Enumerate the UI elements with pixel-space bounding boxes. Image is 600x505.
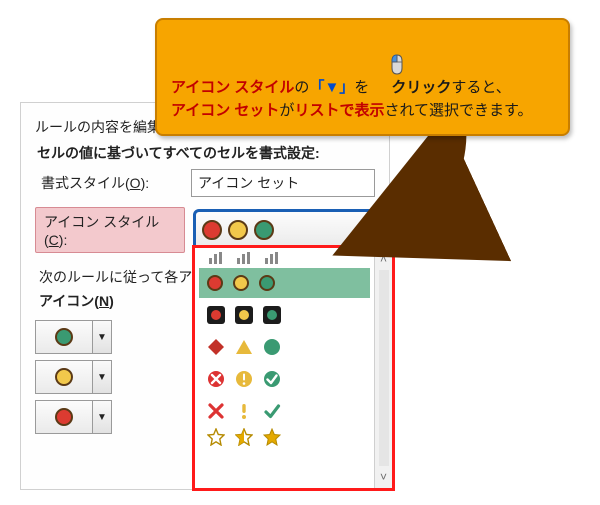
traffic-red-icon — [202, 220, 222, 240]
badge-ex-yellow-icon — [235, 370, 253, 388]
star-empty-icon — [207, 428, 225, 446]
traffic-green-icon — [254, 220, 274, 240]
scroll-down-icon[interactable]: ˅ — [380, 470, 387, 484]
icon-style-picker[interactable]: ▼ — [195, 211, 375, 249]
diamond-red-icon — [207, 338, 225, 356]
star-half-icon — [235, 428, 253, 446]
format-style-select[interactable]: アイコン セット — [191, 169, 375, 197]
exclaim-yellow-icon — [235, 402, 253, 420]
icon-slot-2[interactable] — [35, 360, 93, 394]
circle-green-icon — [259, 275, 275, 291]
format-style-row: 書式スタイル(O): アイコン セット — [35, 169, 375, 197]
chevron-down-icon: ▼ — [97, 332, 107, 343]
circle-green-icon — [55, 328, 73, 346]
callout-text: アイコン スタイル — [171, 79, 294, 96]
icon-slot-3-dropdown[interactable]: ▼ — [93, 400, 112, 434]
triangle-yellow-icon — [235, 338, 253, 356]
icon-slot-3[interactable] — [35, 400, 93, 434]
dropdown-item-traffic-squares[interactable] — [199, 300, 370, 330]
icon-style-dropdown-list[interactable]: ˄ ˅ — [192, 245, 395, 491]
dropdown-item-badges[interactable] — [199, 364, 370, 394]
star-full-icon — [263, 428, 281, 446]
bar-icon — [235, 252, 253, 266]
chevron-down-icon: ▼ — [97, 412, 107, 423]
bar-icon — [207, 252, 225, 266]
mouse-icon — [371, 30, 389, 52]
circle-red-icon — [207, 275, 223, 291]
traffic-yellow-icon — [228, 220, 248, 240]
icon-slot-2-dropdown[interactable]: ▼ — [93, 360, 112, 394]
bar-icon — [263, 252, 281, 266]
chevron-down-icon: ▼ — [97, 372, 107, 383]
dropdown-list-body — [195, 248, 374, 488]
square-yellow-icon — [235, 306, 253, 324]
icon-style-label: アイコン スタイル(C): — [35, 207, 185, 253]
circle-yellow-icon — [233, 275, 249, 291]
x-red-icon — [207, 402, 225, 420]
icon-slot-1-dropdown[interactable]: ▼ — [93, 320, 112, 354]
scroll-up-icon[interactable]: ˄ — [380, 252, 387, 266]
square-red-icon — [207, 306, 225, 324]
dropdown-item-stars[interactable] — [199, 428, 370, 448]
format-style-label: 書式スタイル(O): — [35, 173, 191, 193]
dropdown-item-marks[interactable] — [199, 396, 370, 426]
circle-green-flat-icon — [263, 338, 281, 356]
badge-x-red-icon — [207, 370, 225, 388]
icon-style-preview — [202, 220, 274, 240]
check-green-icon — [263, 402, 281, 420]
chevron-down-icon: ▼ — [380, 224, 391, 236]
badge-check-green-icon — [263, 370, 281, 388]
square-green-icon — [263, 306, 281, 324]
dropdown-item-shapes[interactable] — [199, 332, 370, 362]
format-all-cells-label: セルの値に基づいてすべてのセルを書式設定: — [37, 143, 375, 163]
icon-slot-1[interactable] — [35, 320, 93, 354]
circle-yellow-icon — [55, 368, 73, 386]
dropdown-scrollbar[interactable]: ˄ ˅ — [374, 248, 392, 488]
dropdown-item-bars[interactable] — [199, 252, 370, 266]
circle-red-icon — [55, 408, 73, 426]
scroll-track[interactable] — [379, 270, 389, 466]
callout-bubble: アイコン スタイルの「▼」を クリックすると、 アイコン セットがリストで表示さ… — [155, 18, 570, 136]
dropdown-item-traffic-circles[interactable] — [199, 268, 370, 298]
